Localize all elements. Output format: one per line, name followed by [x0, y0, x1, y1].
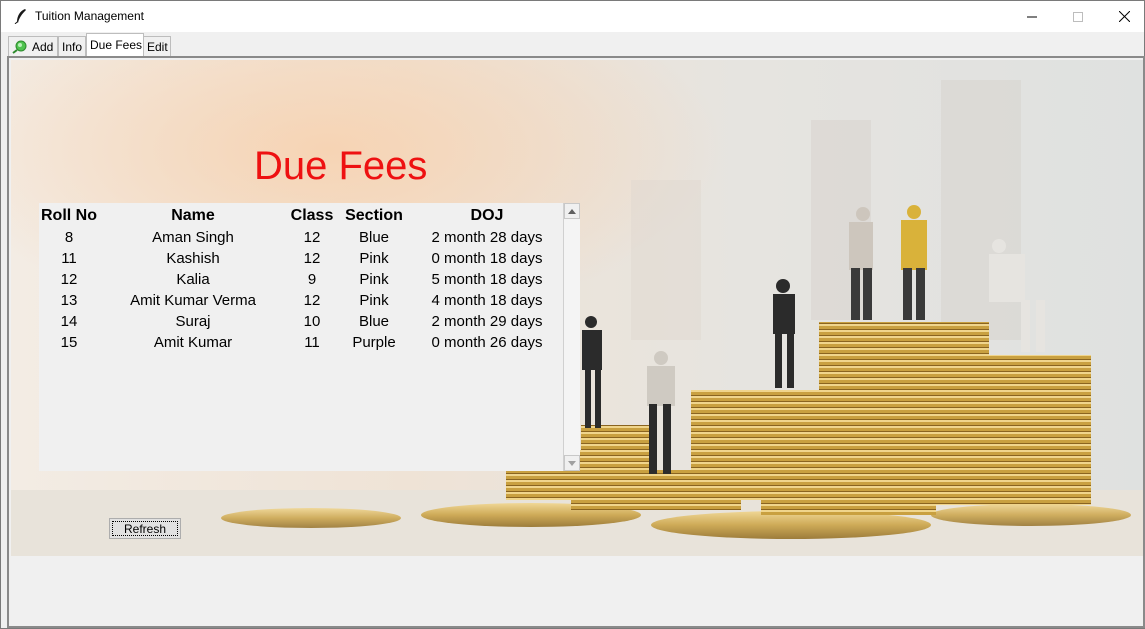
- cell-doj: 4 month 18 days: [431, 292, 543, 309]
- due-fees-table[interactable]: Roll No Name Class Section DOJ 8 Aman Si…: [39, 203, 580, 471]
- cell-section: Pink: [359, 250, 389, 267]
- cell-class: 11: [304, 334, 320, 351]
- table-row[interactable]: 12 Kalia 9 Pink 5 month 18 days: [39, 269, 563, 290]
- column-header-roll-no[interactable]: Roll No: [39, 207, 99, 225]
- page-title: Due Fees: [254, 144, 428, 188]
- cell-class: 12: [303, 292, 321, 309]
- scroll-down-button[interactable]: [564, 455, 580, 471]
- cell-class: 12: [303, 229, 321, 246]
- tab-add-label: Add: [32, 40, 54, 54]
- cell-roll-no: 14: [60, 313, 78, 330]
- cell-section: Pink: [359, 292, 389, 309]
- minimize-button[interactable]: [1009, 1, 1055, 32]
- table-body: Roll No Name Class Section DOJ 8 Aman Si…: [39, 203, 563, 471]
- minimize-icon: [1027, 16, 1037, 17]
- cell-name: Kashish: [166, 250, 220, 267]
- cell-section: Blue: [358, 313, 390, 330]
- table-row[interactable]: 15 Amit Kumar 11 Purple 0 month 26 days: [39, 332, 563, 353]
- cell-class: 9: [307, 271, 317, 288]
- table-row[interactable]: 13 Amit Kumar Verma 12 Pink 4 month 18 d…: [39, 290, 563, 311]
- column-header-name[interactable]: Name: [99, 207, 287, 225]
- close-button[interactable]: [1101, 1, 1145, 32]
- refresh-button[interactable]: Refresh: [109, 518, 181, 539]
- column-header-class[interactable]: Class: [287, 207, 337, 225]
- triangle-up-icon: [568, 208, 576, 214]
- app-window: Tuition Management Add Info Due Fees Edi…: [0, 0, 1145, 629]
- column-header-doj[interactable]: DOJ: [411, 207, 563, 225]
- triangle-down-icon: [568, 460, 576, 466]
- cell-roll-no: 13: [60, 292, 78, 309]
- table-row[interactable]: 14 Suraj 10 Blue 2 month 29 days: [39, 311, 563, 332]
- cell-name: Amit Kumar: [153, 334, 233, 351]
- tab-info-label: Info: [62, 40, 83, 54]
- cell-doj: 0 month 18 days: [431, 250, 543, 267]
- cell-class: 10: [303, 313, 321, 330]
- tab-add[interactable]: Add: [8, 36, 58, 56]
- cell-doj: 2 month 28 days: [431, 229, 543, 246]
- cell-roll-no: 11: [61, 250, 77, 267]
- cell-section: Pink: [359, 271, 389, 288]
- cell-doj: 5 month 18 days: [431, 271, 543, 288]
- cell-name: Aman Singh: [152, 229, 234, 246]
- table-vertical-scrollbar[interactable]: [563, 203, 580, 471]
- cell-name: Suraj: [175, 313, 211, 330]
- cell-roll-no: 12: [60, 271, 78, 288]
- scrollbar-track[interactable]: [564, 219, 580, 455]
- scroll-up-button[interactable]: [564, 203, 580, 219]
- column-header-section[interactable]: Section: [337, 207, 411, 225]
- cell-class: 12: [303, 250, 321, 267]
- cell-roll-no: 8: [64, 229, 74, 246]
- cell-doj: 0 month 26 days: [431, 334, 543, 351]
- due-fees-panel: Due Fees Roll No Name Class Section DOJ …: [7, 56, 1145, 628]
- search-globe-icon: [12, 40, 27, 54]
- tab-bar: Add Info Due Fees Edit: [1, 32, 1144, 56]
- tab-edit[interactable]: Edit: [143, 36, 171, 56]
- close-icon: [1118, 11, 1130, 22]
- cell-section: Purple: [352, 334, 396, 351]
- maximize-button[interactable]: [1055, 1, 1101, 32]
- table-row[interactable]: 8 Aman Singh 12 Blue 2 month 28 days: [39, 227, 563, 248]
- window-title: Tuition Management: [35, 9, 144, 23]
- table-row[interactable]: 11 Kashish 12 Pink 0 month 18 days: [39, 248, 563, 269]
- cell-name: Kalia: [176, 271, 210, 288]
- tab-edit-label: Edit: [147, 40, 168, 54]
- tab-info[interactable]: Info: [58, 36, 86, 56]
- cell-section: Blue: [358, 229, 390, 246]
- title-bar: Tuition Management: [1, 1, 1144, 32]
- cell-roll-no: 15: [60, 334, 78, 351]
- cell-name: Amit Kumar Verma: [130, 292, 256, 309]
- tab-due-fees[interactable]: Due Fees: [86, 33, 144, 56]
- table-header: Roll No Name Class Section DOJ: [39, 203, 563, 227]
- feather-icon: [14, 9, 26, 24]
- maximize-icon: [1073, 11, 1083, 22]
- tab-due-fees-label: Due Fees: [90, 38, 143, 52]
- cell-doj: 2 month 29 days: [431, 313, 543, 330]
